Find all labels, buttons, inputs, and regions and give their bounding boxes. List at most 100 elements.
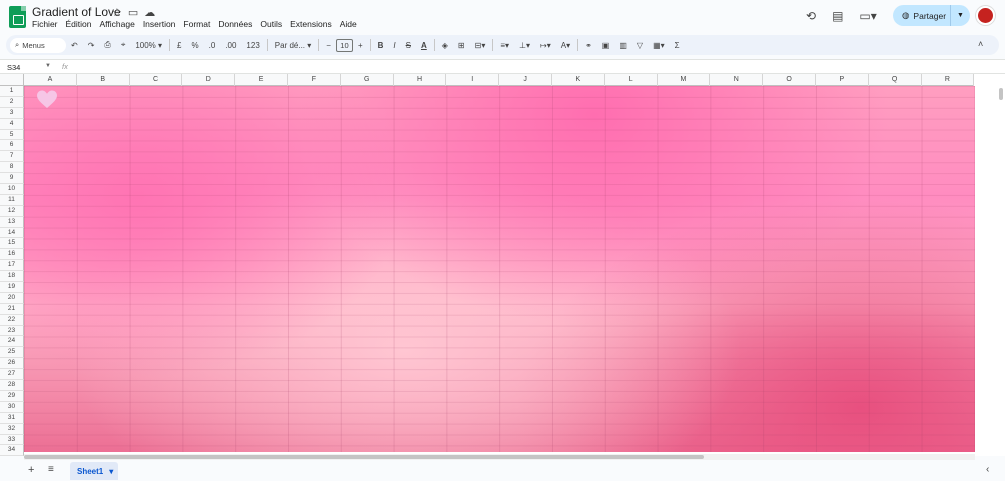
name-box-dropdown-icon[interactable]: ▼ — [45, 63, 51, 69]
column-header[interactable]: C — [130, 74, 183, 86]
bold-button[interactable]: B — [373, 41, 389, 50]
row-header[interactable]: 34 — [0, 445, 24, 457]
row-header[interactable]: 27 — [0, 369, 24, 381]
merge-cells-icon[interactable]: ⊟▾ — [470, 41, 491, 50]
row-header[interactable]: 14 — [0, 227, 24, 239]
number-format-button[interactable]: 123 — [241, 41, 264, 50]
row-header[interactable]: 7 — [0, 151, 24, 163]
meet-icon[interactable]: ▭▾ — [859, 9, 876, 23]
row-header[interactable]: 5 — [0, 129, 24, 141]
vertical-align-icon[interactable]: ⊥▾ — [514, 41, 535, 50]
column-header[interactable]: B — [77, 74, 130, 86]
row-header[interactable]: 12 — [0, 205, 24, 217]
text-wrap-icon[interactable]: ↦▾ — [535, 41, 556, 50]
column-header[interactable]: E — [235, 74, 288, 86]
row-header[interactable]: 16 — [0, 249, 24, 261]
menu-tools[interactable]: Outils — [260, 19, 282, 29]
print-icon[interactable]: ⎙ — [99, 40, 115, 50]
undo-icon[interactable]: ↶ — [66, 41, 83, 50]
italic-button[interactable]: I — [388, 41, 400, 50]
collapse-toolbar-icon[interactable]: ˄ — [978, 39, 983, 49]
select-all-corner[interactable] — [0, 74, 24, 86]
insert-comment-icon[interactable]: ▣ — [597, 41, 615, 50]
menu-view[interactable]: Affichage — [100, 19, 135, 29]
column-header[interactable]: M — [658, 74, 711, 86]
filter-icon[interactable]: ▽ — [632, 41, 648, 50]
name-box[interactable]: S34 — [7, 63, 20, 72]
font-size-input[interactable]: 10 — [335, 38, 353, 52]
vertical-scrollbar[interactable] — [999, 88, 1003, 100]
row-header[interactable]: 8 — [0, 162, 24, 174]
menu-extensions[interactable]: Extensions — [290, 19, 332, 29]
horizontal-scrollbar[interactable] — [24, 455, 704, 459]
insert-link-icon[interactable]: ⚭ — [580, 41, 597, 50]
share-button[interactable]: ◍ Partager ▼ — [893, 5, 970, 26]
row-header[interactable]: 22 — [0, 314, 24, 326]
currency-button[interactable]: £ — [172, 41, 186, 50]
collapse-side-panel-icon[interactable]: ‹ — [986, 464, 989, 475]
menu-format[interactable]: Format — [183, 19, 210, 29]
strikethrough-button[interactable]: S — [401, 41, 416, 50]
row-header[interactable]: 23 — [0, 325, 24, 337]
column-header[interactable]: D — [182, 74, 236, 86]
document-title[interactable]: Gradient of Love — [32, 5, 121, 19]
row-header[interactable]: 25 — [0, 347, 24, 359]
star-icon[interactable]: ☆ — [112, 6, 122, 19]
column-header[interactable]: A — [24, 74, 77, 86]
row-header[interactable]: 13 — [0, 216, 24, 228]
comments-icon[interactable]: ▤ — [832, 9, 843, 23]
row-header[interactable]: 17 — [0, 260, 24, 272]
row-header[interactable]: 30 — [0, 401, 24, 413]
row-header[interactable]: 3 — [0, 107, 24, 119]
row-header[interactable]: 29 — [0, 390, 24, 402]
tab-sheet1[interactable]: Sheet1 ▾ — [70, 462, 118, 480]
sheet-grid[interactable]: ABCDEFGHIJKLMNOPQR 1 2 3 4 5 6 7 8 9 10 11 12 13 14 15… — [0, 74, 1005, 460]
sheet-tab-dropdown-icon[interactable]: ▾ — [109, 467, 113, 476]
borders-icon[interactable]: ⊞ — [453, 41, 470, 50]
decrease-decimal-button[interactable]: .0 — [204, 41, 221, 50]
menu-file[interactable]: Fichier — [32, 19, 58, 29]
column-header[interactable]: L — [605, 74, 658, 86]
column-header[interactable]: F — [288, 74, 341, 86]
avatar[interactable] — [976, 6, 995, 25]
cloud-status-icon[interactable]: ☁ — [144, 6, 155, 19]
row-header[interactable]: 10 — [0, 184, 24, 195]
paint-format-icon[interactable]: ⌖ — [116, 40, 131, 50]
row-header[interactable]: 21 — [0, 303, 24, 315]
history-icon[interactable]: ⟲ — [806, 9, 816, 23]
menu-insert[interactable]: Insertion — [143, 19, 176, 29]
percent-button[interactable]: % — [187, 41, 204, 50]
menu-edit[interactable]: Édition — [66, 19, 92, 29]
row-header[interactable]: 11 — [0, 194, 24, 206]
row-header[interactable]: 1 — [0, 86, 24, 97]
fill-color-icon[interactable]: ◈ — [437, 41, 453, 50]
column-header[interactable]: I — [446, 74, 500, 86]
row-header[interactable]: 2 — [0, 96, 24, 108]
move-folder-icon[interactable]: ▭ — [128, 6, 138, 19]
row-header[interactable]: 26 — [0, 358, 24, 370]
row-header[interactable]: 15 — [0, 238, 24, 250]
row-header[interactable]: 18 — [0, 271, 24, 283]
all-sheets-icon[interactable]: ≡ — [48, 464, 54, 475]
column-header[interactable]: P — [816, 74, 869, 86]
search-menus[interactable]: ⌕ Menus — [10, 37, 66, 53]
font-size-decrease-icon[interactable]: − — [321, 41, 336, 50]
row-header[interactable]: 20 — [0, 292, 24, 304]
row-header[interactable]: 4 — [0, 118, 24, 130]
redo-icon[interactable]: ↷ — [83, 41, 100, 50]
sheets-logo-icon[interactable] — [9, 6, 26, 28]
row-header[interactable]: 31 — [0, 412, 24, 424]
zoom-select[interactable]: 100% ▾ — [130, 41, 167, 50]
row-header[interactable]: 28 — [0, 380, 24, 391]
column-header[interactable]: Q — [869, 74, 922, 86]
row-header[interactable]: 6 — [0, 140, 24, 152]
horizontal-align-icon[interactable]: ≡▾ — [495, 41, 514, 50]
row-header[interactable]: 19 — [0, 282, 24, 293]
menu-data[interactable]: Données — [218, 19, 252, 29]
font-size-increase-icon[interactable]: + — [353, 41, 368, 50]
gradient-cells[interactable] — [24, 86, 975, 452]
text-rotation-icon[interactable]: A▾ — [556, 41, 575, 50]
add-sheet-icon[interactable]: + — [28, 464, 34, 476]
column-header[interactable]: J — [499, 74, 552, 86]
share-dropdown-icon[interactable]: ▼ — [950, 5, 970, 26]
